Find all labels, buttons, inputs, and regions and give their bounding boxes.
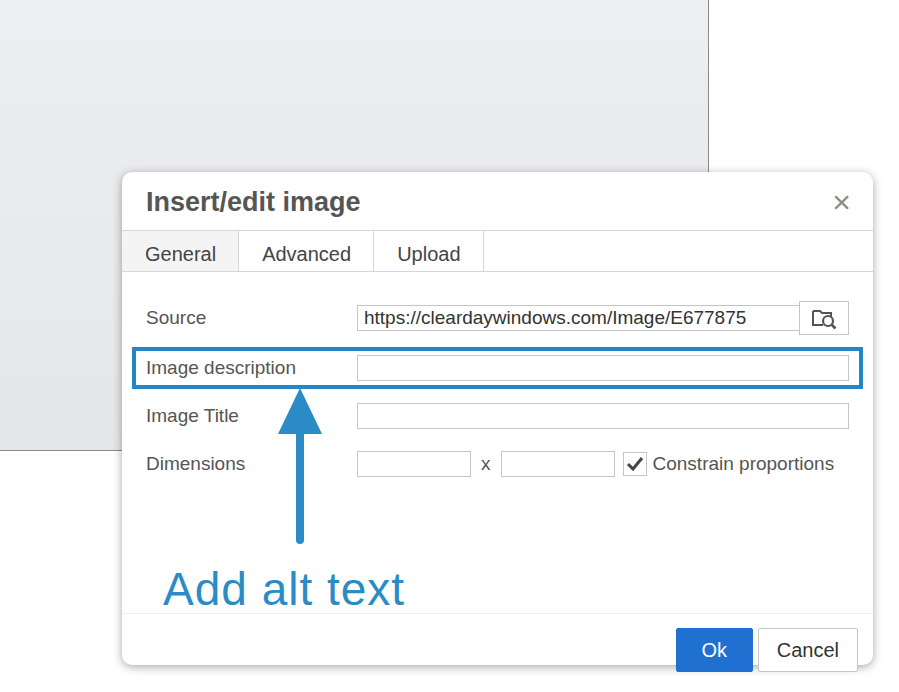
tab[interactable]: Advanced xyxy=(239,231,374,271)
field-label: Dimensions xyxy=(146,450,357,479)
annotation-label: Add alt text xyxy=(163,565,873,613)
field-control: x Constrain proportions xyxy=(357,450,849,479)
field-control xyxy=(357,301,849,335)
dialog-footer: OkCancel xyxy=(122,613,873,688)
insert-image-dialog: Insert/edit image × GeneralAdvancedUpload S… xyxy=(122,172,873,665)
dimension-separator: x xyxy=(471,450,501,479)
form-row: Image Title xyxy=(132,395,863,437)
checkmark-icon xyxy=(626,456,644,472)
dialog-title: Insert/edit image xyxy=(146,186,361,218)
tab-bar: GeneralAdvancedUpload xyxy=(122,230,873,272)
form-row: Image description xyxy=(132,347,863,389)
dialog-header: Insert/edit image × xyxy=(122,172,873,230)
field-label: Image Title xyxy=(146,402,357,431)
field-label: Source xyxy=(146,304,357,333)
text-input[interactable] xyxy=(357,403,849,429)
height-input[interactable] xyxy=(501,451,615,477)
constrain-label[interactable]: Constrain proportions xyxy=(653,450,835,479)
text-input[interactable] xyxy=(357,355,849,381)
field-control xyxy=(357,355,849,381)
form-row: Source xyxy=(132,295,863,341)
close-button[interactable]: × xyxy=(828,186,855,218)
ok-button[interactable]: Ok xyxy=(676,628,753,672)
source-input[interactable] xyxy=(357,305,800,331)
browse-button[interactable] xyxy=(799,301,849,335)
field-control xyxy=(357,403,849,429)
constrain-checkbox[interactable] xyxy=(623,452,647,476)
cancel-button[interactable]: Cancel xyxy=(758,628,858,672)
browse-icon xyxy=(811,306,837,330)
image-form: Source Image description Image Title Dimens… xyxy=(122,295,873,485)
field-label: Image description xyxy=(146,354,357,383)
width-input[interactable] xyxy=(357,451,471,477)
tab[interactable]: Upload xyxy=(374,231,483,271)
arrow-icon xyxy=(278,388,322,544)
tab[interactable]: General xyxy=(122,231,239,271)
form-row: Dimensions x Constrain proportions xyxy=(132,443,863,485)
